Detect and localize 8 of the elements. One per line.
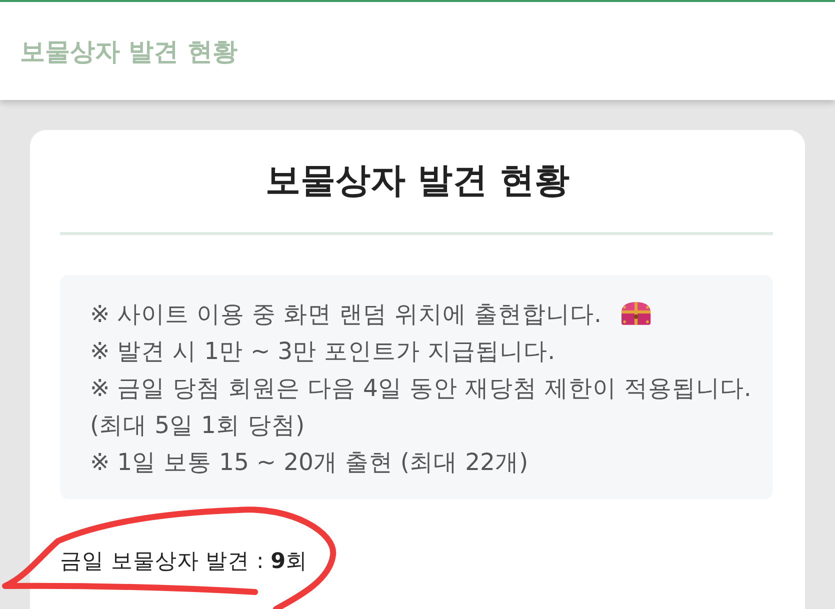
- notice-text: ※ 발견 시 1만 ~ 3만 포인트가 지급됩니다.: [90, 336, 556, 366]
- today-found-count: 금일 보물상자 발견 : 9회: [60, 549, 309, 575]
- header-title: 보물상자 발견 현황: [20, 36, 238, 68]
- card-title: 보물상자 발견 현황: [264, 160, 571, 203]
- notice-text: ※ 금일 당첨 회원은 다음 4일 동안 재당첨 제한이 적용됩니다.: [90, 372, 752, 404]
- notice-text: ※ 사이트 이용 중 화면 랜덤 위치에 출현합니다.: [90, 298, 602, 330]
- notice-text: (최대 5일 1회 당첨): [90, 410, 305, 440]
- notice-text: ※ 1일 보통 15 ~ 20개 출현 (최대 22개): [90, 446, 528, 478]
